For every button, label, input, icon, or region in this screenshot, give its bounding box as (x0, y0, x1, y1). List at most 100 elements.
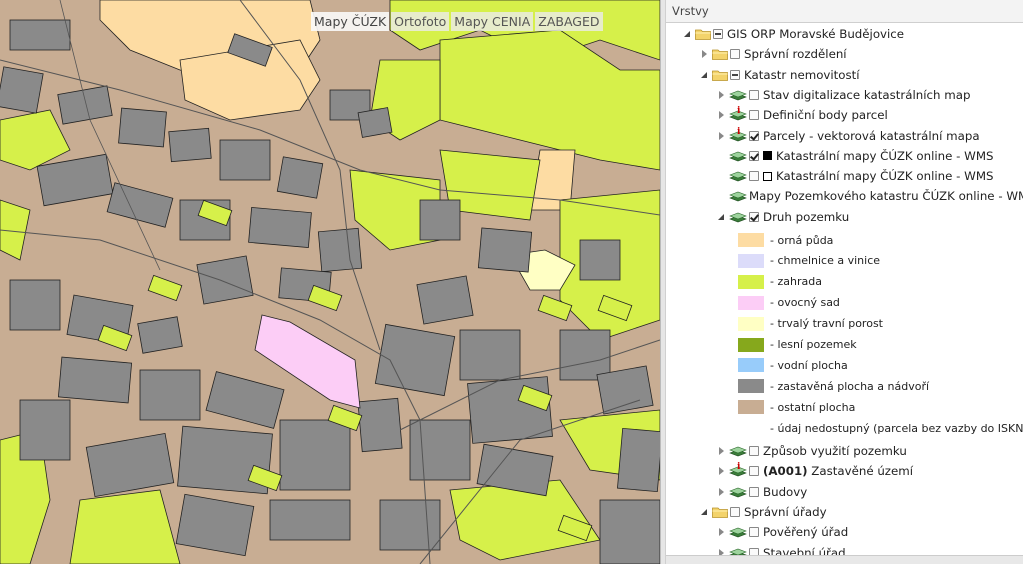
expand-arrow-icon[interactable] (718, 212, 727, 222)
layer-icon[interactable] (729, 210, 747, 224)
legend-item: - vodní plocha (738, 356, 848, 374)
collapse-arrow-icon[interactable] (718, 110, 727, 120)
tree-row[interactable]: Pověřený úřad (718, 522, 848, 542)
building-parcel (459, 329, 521, 381)
tree-row[interactable]: Správní rozdělení (701, 44, 847, 64)
legend-swatch (738, 337, 764, 352)
layer-label[interactable]: Parcely - vektorová katastrální mapa (763, 129, 980, 143)
cadastral-map[interactable] (0, 0, 660, 564)
expand-arrow-icon[interactable] (701, 507, 710, 517)
layer-label[interactable]: Katastrální mapy ČÚZK online - WMS (776, 169, 994, 183)
layer-icon[interactable] (729, 149, 747, 163)
layer-label[interactable]: Pověřený úřad (763, 525, 848, 539)
folder-icon (695, 28, 711, 40)
layer-info-icon[interactable]: i (729, 462, 747, 478)
legend-swatch (738, 253, 764, 268)
tree-row[interactable]: Katastr nemovitostí (701, 65, 860, 85)
basemap-button[interactable]: Ortofoto (391, 12, 450, 31)
layers-panel: Vrstvy GIS ORP Moravské Budějovice Správn… (666, 0, 1023, 564)
expand-arrow-icon[interactable] (701, 70, 710, 80)
tree-row[interactable]: i Definiční body parcel (718, 105, 888, 125)
tree-row[interactable]: Druh pozemku (718, 207, 849, 227)
layer-label[interactable]: Druh pozemku (763, 210, 849, 224)
layer-icon[interactable] (729, 525, 747, 539)
building-parcel (139, 369, 201, 421)
layer-code: (A001) (763, 464, 808, 479)
tree-row[interactable]: i (A001) Zastavěné území (718, 461, 913, 481)
layer-label[interactable]: Mapy Pozemkového katastru ČÚZK online - … (749, 189, 1023, 203)
tree-row[interactable]: Způsob využití pozemku (718, 441, 907, 461)
layer-info-icon[interactable]: i (729, 106, 747, 122)
building-parcel (477, 227, 533, 273)
collapse-arrow-icon[interactable] (718, 487, 727, 497)
map-view[interactable]: Mapy ČÚZK Ortofoto Mapy CENIA ZABAGED (0, 0, 660, 564)
folder-icon (712, 48, 728, 61)
layer-label[interactable]: Stav digitalizace katastrálních map (763, 88, 970, 102)
tree-row[interactable]: Mapy Pozemkového katastru ČÚZK online - … (718, 186, 1023, 206)
layer-checkbox[interactable] (749, 130, 759, 141)
legend-label: - ostatní plocha (770, 400, 856, 414)
layer-checkbox[interactable] (730, 506, 740, 517)
layer-icon[interactable] (729, 485, 747, 499)
layer-checkbox[interactable] (749, 89, 759, 100)
collapse-arrow-icon[interactable] (718, 446, 727, 456)
layer-label[interactable]: Katastr nemovitostí (744, 68, 860, 82)
horizontal-scrollbar[interactable] (666, 555, 1023, 564)
collapse-arrow-icon[interactable] (718, 90, 727, 100)
layer-checkbox[interactable] (749, 466, 759, 477)
layer-checkbox[interactable] (713, 29, 723, 39)
building-parcel (85, 432, 175, 498)
basemap-button[interactable]: Mapy ČÚZK (311, 12, 390, 31)
layer-label[interactable]: Zastavěné území (808, 464, 913, 478)
basemap-button[interactable]: ZABAGED (535, 12, 603, 31)
layer-checkbox[interactable] (749, 150, 759, 161)
tree-row[interactable]: Katastrální mapy ČÚZK online - WMS (718, 166, 994, 186)
legend-swatch (738, 274, 764, 289)
layer-info-icon[interactable]: i (729, 127, 747, 143)
building-parcel (118, 107, 167, 148)
layer-checkbox[interactable] (730, 69, 740, 80)
legend-label: - orná půda (770, 233, 834, 247)
collapse-arrow-icon[interactable] (718, 527, 727, 537)
building-parcel (19, 399, 71, 461)
layer-checkbox[interactable] (749, 446, 759, 456)
basemap-button[interactable]: Mapy CENIA (451, 12, 534, 31)
layer-label[interactable]: GIS ORP Moravské Budějovice (727, 27, 904, 41)
layer-icon[interactable] (729, 169, 747, 183)
tree-row[interactable]: Katastrální mapy ČÚZK online - WMS (718, 146, 994, 166)
tree-row[interactable]: Budovy (718, 482, 807, 502)
building-parcel (276, 156, 324, 199)
legend-swatch (738, 358, 764, 373)
tree-row[interactable]: Správní úřady (701, 502, 827, 522)
layer-label[interactable]: Způsob využití pozemku (763, 444, 907, 458)
building-parcel (374, 323, 456, 397)
collapse-arrow-icon[interactable] (718, 466, 727, 476)
layer-checkbox[interactable] (749, 110, 759, 121)
legend-item: - trvalý travní porost (738, 315, 883, 333)
layer-label[interactable]: Katastrální mapy ČÚZK online - WMS (776, 149, 994, 163)
layer-checkbox[interactable] (749, 171, 759, 182)
garden-parcel (0, 109, 71, 171)
tree-row[interactable]: i Parcely - vektorová katastrální mapa (718, 126, 980, 146)
layer-label[interactable]: Správní úřady (744, 505, 827, 519)
layer-icon[interactable] (729, 444, 747, 458)
legend-item: - chmelnice a vinice (738, 252, 880, 270)
layer-icon[interactable] (729, 88, 747, 102)
layer-label[interactable]: Správní rozdělení (744, 47, 847, 61)
collapse-arrow-icon[interactable] (701, 49, 710, 59)
tree-row[interactable]: Stav digitalizace katastrálních map (718, 85, 970, 105)
collapse-arrow-icon[interactable] (718, 131, 727, 141)
layer-checkbox[interactable] (749, 486, 759, 497)
legend-label: - chmelnice a vinice (770, 254, 881, 268)
layer-checkbox[interactable] (730, 49, 740, 60)
tree-row[interactable]: GIS ORP Moravské Budějovice (684, 24, 904, 44)
legend-label: - zastavěná plocha a nádvoří (770, 379, 930, 393)
layer-checkbox[interactable] (749, 527, 759, 538)
layer-icon[interactable] (729, 189, 747, 203)
layer-label[interactable]: Budovy (763, 485, 807, 499)
expand-arrow-icon[interactable] (684, 29, 693, 39)
legend-item: - ostatní plocha (738, 398, 855, 416)
layer-label[interactable]: Definiční body parcel (763, 108, 888, 122)
tree-row[interactable]: Stavební úřad (718, 543, 846, 556)
layer-checkbox[interactable] (749, 211, 759, 222)
